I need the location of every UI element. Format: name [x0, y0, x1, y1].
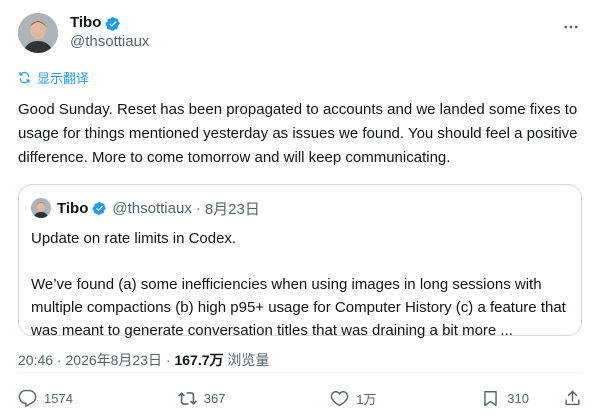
- divider: [18, 372, 582, 373]
- quoted-author-name: Tibo: [57, 199, 89, 217]
- meta-separator-2: ·: [162, 352, 175, 368]
- name-row: Tibo: [70, 14, 149, 33]
- tweet-text: Good Sunday. Reset has been propagated t…: [18, 101, 578, 166]
- bookmark-button[interactable]: 310: [481, 389, 529, 408]
- like-button[interactable]: 1万: [330, 389, 376, 408]
- meta-separator: ·: [53, 352, 66, 368]
- tweet-meta: 20:46 · 2026年8月23日 · 167.7万 浏览量: [18, 350, 582, 370]
- quoted-date: 8月23日: [204, 200, 260, 218]
- action-bar: 1574 367 1万 310: [18, 384, 582, 412]
- more-icon[interactable]: [562, 18, 580, 36]
- like-count: 1万: [356, 391, 377, 407]
- quoted-text-line1: Update on rate limits in Codex.: [31, 230, 237, 247]
- bookmark-count: 310: [507, 390, 529, 406]
- quoted-text-body: We’ve found (a) some inefficiencies when…: [31, 276, 566, 339]
- translate-icon: [18, 71, 31, 84]
- post-time[interactable]: 20:46: [18, 352, 53, 368]
- repost-icon: [177, 391, 197, 405]
- quoted-avatar: [31, 198, 51, 218]
- author-identity: Tibo @thsottiaux: [70, 14, 149, 52]
- reply-icon: [18, 389, 37, 407]
- bookmark-icon: [484, 390, 498, 406]
- reply-button[interactable]: 1574: [18, 389, 73, 408]
- views-count: 167.7万: [174, 352, 224, 368]
- quoted-separator: ·: [195, 199, 201, 217]
- right-actions: 310: [481, 389, 582, 408]
- show-translation-button[interactable]: 显示翻译: [18, 68, 582, 86]
- tweet-header: Tibo @thsottiaux: [18, 10, 582, 56]
- avatar[interactable]: [18, 13, 58, 53]
- like-icon: [330, 390, 349, 406]
- share-button[interactable]: [563, 389, 582, 408]
- repost-button[interactable]: 367: [177, 389, 226, 408]
- views-label: 浏览量: [223, 352, 270, 368]
- quoted-tweet-text: Update on rate limits in Codex. We’ve fo…: [31, 227, 569, 342]
- author-handle[interactable]: @thsottiaux: [70, 33, 149, 52]
- quoted-tweet[interactable]: Tibo @thsottiaux · 8月23日 Update on rate …: [18, 184, 582, 339]
- quoted-verified-badge-icon: [92, 201, 107, 216]
- quoted-author-handle: @thsottiaux: [112, 199, 192, 217]
- post-date[interactable]: 2026年8月23日: [66, 350, 163, 370]
- author-name[interactable]: Tibo: [70, 14, 101, 33]
- share-icon: [565, 390, 580, 405]
- tweet: Tibo @thsottiaux 显示翻译 Good Sunday. Reset…: [0, 0, 600, 419]
- show-translation-label: 显示翻译: [37, 70, 90, 86]
- verified-badge-icon: [105, 16, 121, 32]
- repost-count: 367: [203, 390, 226, 406]
- quoted-tweet-header: Tibo @thsottiaux · 8月23日: [31, 197, 569, 219]
- reply-count: 1574: [44, 390, 73, 406]
